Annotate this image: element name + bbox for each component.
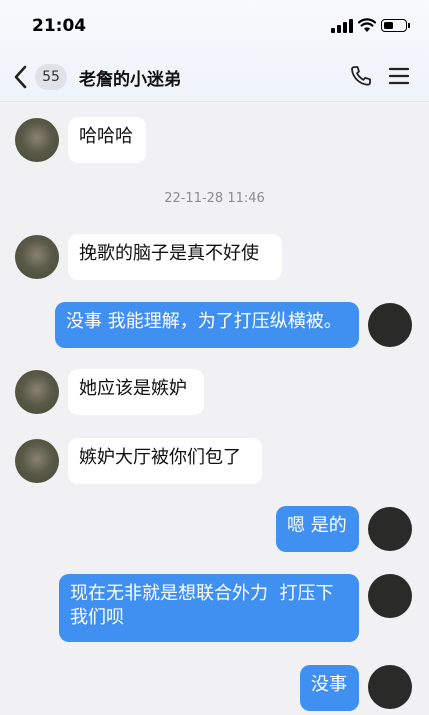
- outgoing-message-bubble[interactable]: 没事: [300, 665, 359, 711]
- self-avatar[interactable]: [368, 303, 412, 347]
- outgoing-message-bubble[interactable]: 嗯 是的: [276, 506, 359, 552]
- contact-avatar[interactable]: [15, 118, 59, 162]
- outgoing-message-bubble[interactable]: 没事 我能理解，为了打压纵横被。: [55, 302, 359, 348]
- unread-count-badge[interactable]: 55: [35, 64, 67, 90]
- back-chevron-icon[interactable]: [10, 63, 32, 91]
- battery-cap: [408, 23, 410, 28]
- chat-title: 老詹的小迷弟: [79, 70, 181, 90]
- cellular-signal-icon: [331, 19, 353, 33]
- contact-avatar[interactable]: [15, 235, 59, 279]
- incoming-message-bubble[interactable]: 她应该是嫉妒: [68, 369, 204, 415]
- wifi-icon: [358, 18, 376, 32]
- message-list[interactable]: 哈哈哈 22-11-28 11:46 挽歌的脑子是真不好使 没事 我能理解，为了…: [0, 102, 429, 715]
- self-avatar[interactable]: [368, 574, 412, 618]
- incoming-message-bubble[interactable]: 嫉妒大厅被你们包了: [68, 438, 262, 484]
- message-timestamp: 22-11-28 11:46: [164, 191, 265, 206]
- incoming-message-bubble[interactable]: 哈哈哈: [68, 117, 146, 163]
- phone-icon[interactable]: [349, 64, 373, 88]
- contact-avatar[interactable]: [15, 370, 59, 414]
- contact-avatar[interactable]: [15, 439, 59, 483]
- status-time: 21:04: [32, 16, 87, 36]
- self-avatar[interactable]: [368, 507, 412, 551]
- self-avatar[interactable]: [368, 665, 412, 709]
- more-menu-icon[interactable]: [388, 66, 410, 86]
- outgoing-message-bubble[interactable]: 现在无非就是想联合外力 打压下 我们呗: [59, 574, 359, 642]
- battery-icon: [381, 19, 407, 32]
- incoming-message-bubble[interactable]: 挽歌的脑子是真不好使: [68, 234, 282, 280]
- chat-header: 21:04 55 老詹的小迷弟: [0, 0, 429, 102]
